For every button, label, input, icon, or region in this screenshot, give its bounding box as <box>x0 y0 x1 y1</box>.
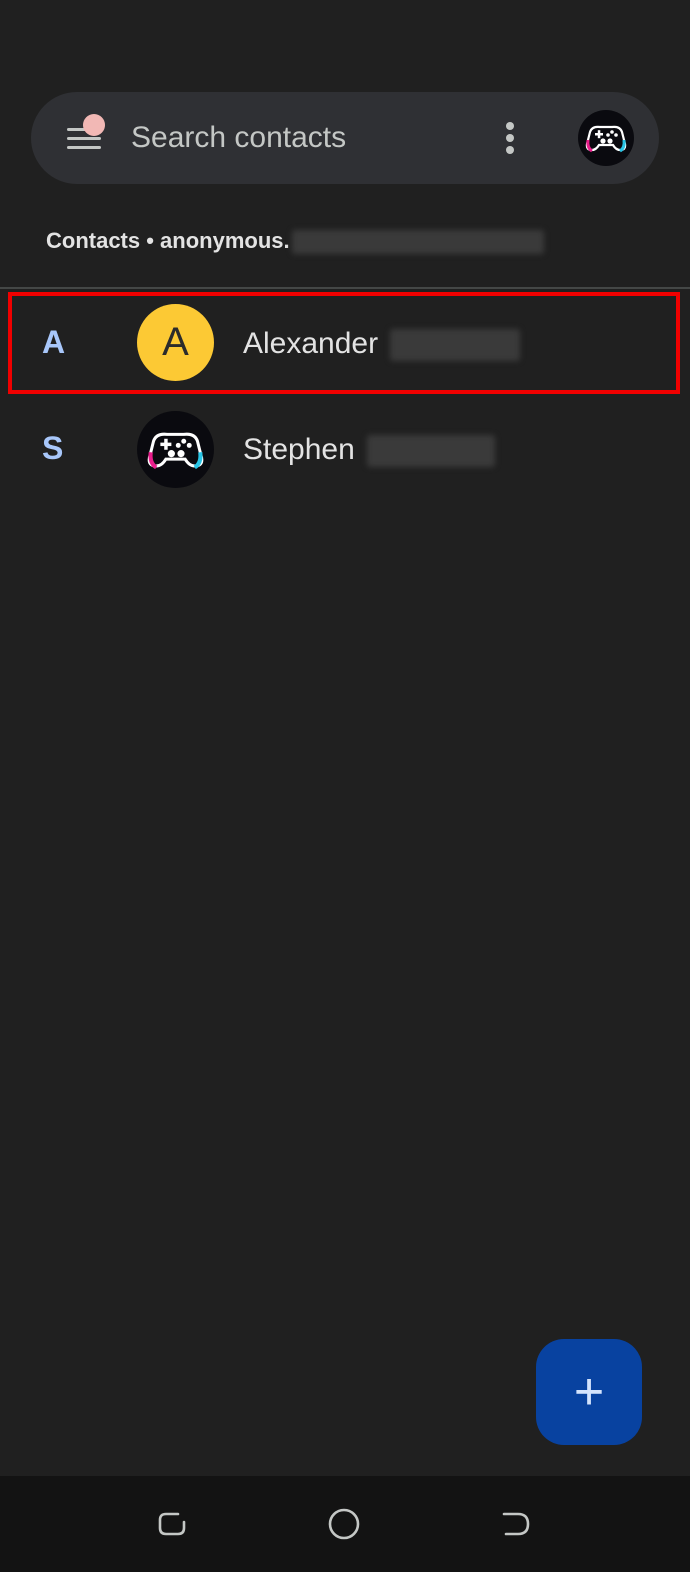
more-vert-dot <box>506 146 514 154</box>
section-letter: S <box>42 430 64 466</box>
menu-icon-line <box>67 137 101 140</box>
contact-name-text: Stephen <box>243 433 355 466</box>
redacted-email <box>291 230 544 255</box>
recents-icon <box>158 1512 186 1536</box>
gamepad-icon <box>147 432 204 470</box>
add-contact-button[interactable]: + <box>536 1339 642 1445</box>
contact-row-stephen[interactable]: S Stephen <box>0 396 690 502</box>
menu-button[interactable] <box>61 114 109 158</box>
notification-dot-icon <box>83 114 105 136</box>
redacted-surname <box>367 435 496 468</box>
gamepad-icon <box>585 125 627 153</box>
contact-name: Stephen <box>243 433 496 468</box>
home-button[interactable] <box>324 1504 364 1544</box>
divider <box>0 287 690 289</box>
account-label: Contacts • anonymous. <box>46 226 544 256</box>
back-button[interactable] <box>496 1504 536 1544</box>
system-nav-bar <box>0 1476 690 1572</box>
home-icon <box>328 1508 360 1540</box>
back-icon <box>502 1512 530 1536</box>
recents-button[interactable] <box>152 1504 192 1544</box>
search-bar[interactable]: Search contacts <box>31 92 659 184</box>
more-vert-icon <box>506 122 514 130</box>
more-vert-dot <box>506 134 514 142</box>
selection-highlight <box>8 292 680 394</box>
add-icon: + <box>573 1363 605 1421</box>
account-prefix: Contacts • anonymous. <box>46 228 290 253</box>
more-options-button[interactable] <box>495 118 525 158</box>
account-avatar[interactable] <box>578 110 634 166</box>
menu-icon-line <box>67 146 101 149</box>
contact-avatar-photo <box>137 411 214 488</box>
search-input[interactable]: Search contacts <box>131 120 346 156</box>
